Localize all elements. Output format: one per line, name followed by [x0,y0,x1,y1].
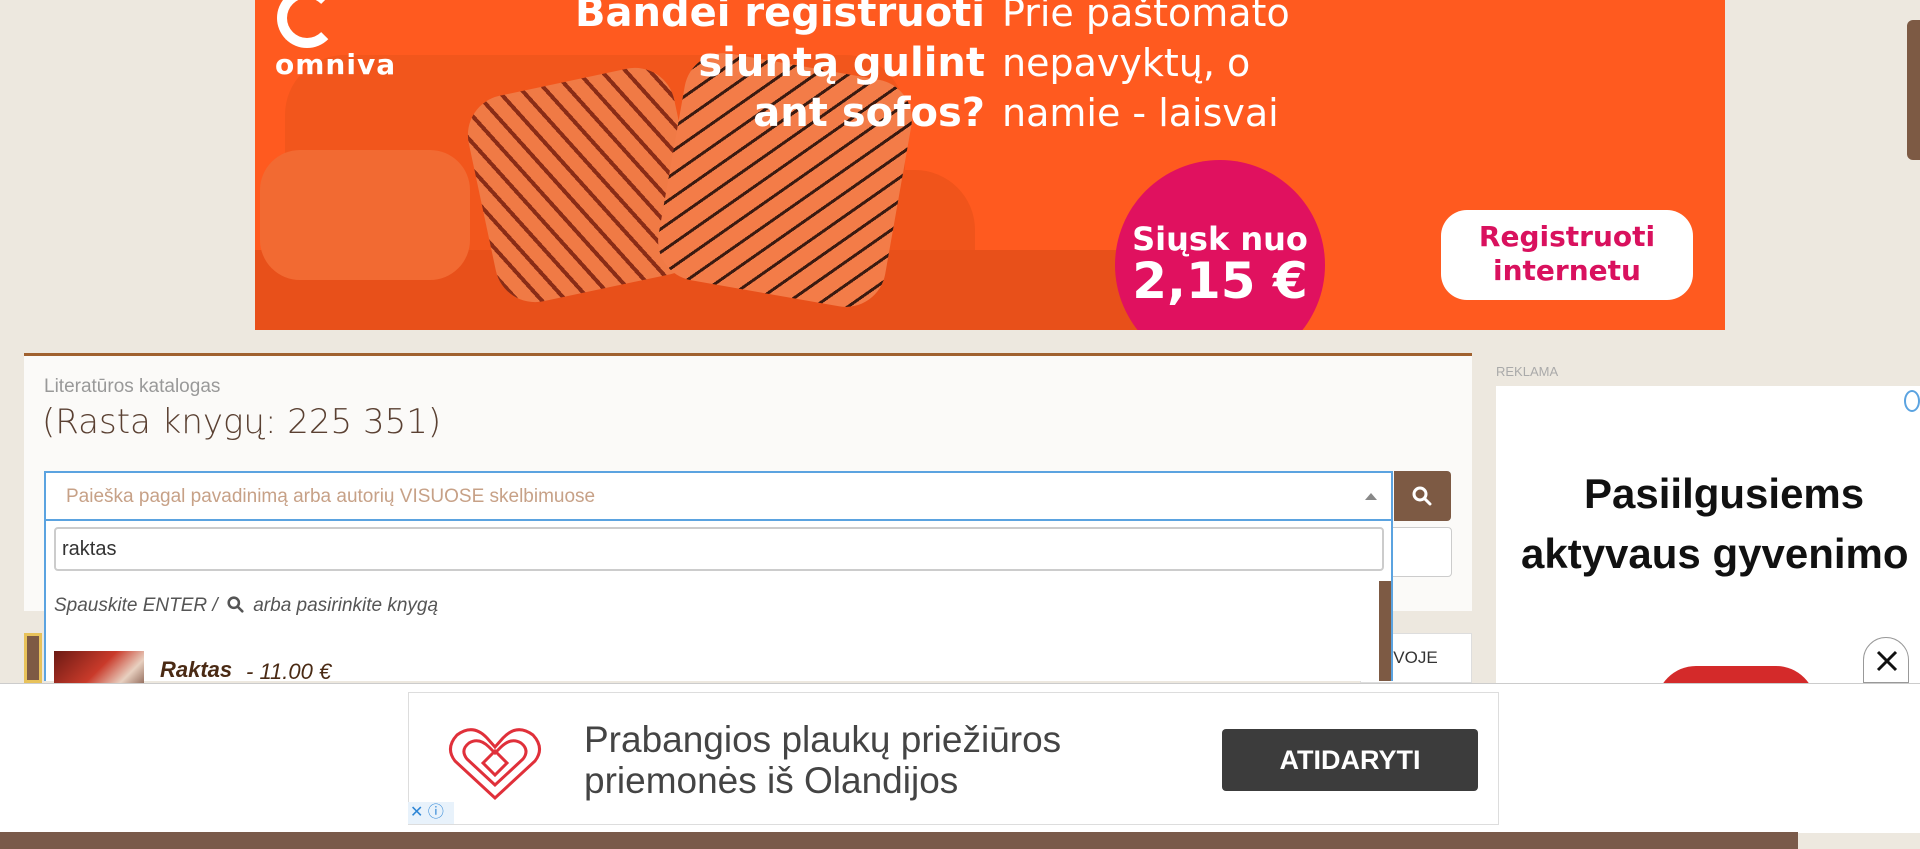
dropdown-hint: Spauskite ENTER / arba pasirinkite knygą [54,595,438,617]
omniva-banner-ad[interactable]: omniva Bandei registruoti siuntą gulint … [255,0,1725,330]
side-ad-headline: Pasiilgusiems [1584,470,1865,517]
page-scrollbar[interactable] [1907,20,1920,160]
dropdown-search-input[interactable]: raktas [54,527,1384,571]
dropdown-scrollbar[interactable] [1379,581,1391,681]
omniva-logo-icon [277,0,337,48]
bottom-ad-text: Prabangios plaukų priežiūros priemonės i… [584,719,1061,801]
side-ad-subline: aktyvaus gyvenimo [1521,530,1909,577]
caret-up-icon [1365,493,1377,500]
search-dropdown: raktas Spauskite ENTER / arba pasirinkit… [44,521,1393,701]
ad-info-icon[interactable] [1904,390,1920,412]
heart-logo-icon [449,728,541,801]
banner-question-line: siuntą gulint [698,40,985,86]
catalog-label: Literatūros katalogas [44,376,221,397]
page-title: (Rasta knygų: 225 351) [42,402,442,442]
bottom-ad-line: Prabangios plaukų priežiūros [584,719,1062,760]
search-placeholder: Paieška pagal pavadinimą arba autorių VI… [66,486,596,507]
pillow-illustration [260,150,470,280]
footer-bar [0,832,1798,849]
result-price: - 11.00 € [246,659,332,684]
search-icon [227,596,244,613]
price-value: 2,15 € [1132,252,1308,310]
adchoices-icon[interactable]: ✕ ⓘ [408,802,454,824]
hint-text-post: arba pasirinkite knygą [253,595,439,616]
banner-question-line: ant sofos? [753,90,985,136]
open-button[interactable]: ATIDARYTI [1222,729,1478,791]
bottom-sticky-ad: Prabangios plaukų priežiūros priemonės i… [0,683,1920,833]
bottom-ad-creative[interactable]: Prabangios plaukų priežiūros priemonės i… [408,692,1499,825]
banner-question-line: Bandei registruoti [575,0,985,36]
book-cover-thumbnail[interactable] [24,633,42,683]
hint-text-pre: Spauskite ENTER / [54,595,218,616]
close-ad-button[interactable] [1863,637,1909,683]
result-title[interactable]: Raktas [160,657,232,683]
banner-answer-line: Prie paštomato [1002,0,1290,35]
close-icon [1876,650,1898,672]
banner-answer-line: nepavyktų, o [1002,41,1251,85]
search-select[interactable]: Paieška pagal pavadinimą arba autorių VI… [44,471,1393,521]
search-button[interactable] [1394,471,1451,521]
search-icon [1412,486,1432,506]
omniva-brand-text: omniva [275,48,397,81]
side-ad[interactable]: Pasiilgusiems aktyvaus gyvenimo [1496,386,1920,686]
ad-label: REKLAMA [1496,364,1559,379]
bottom-ad-line: priemonės iš Olandijos [584,760,959,801]
banner-answer-line: namie - laisvai [1002,91,1279,135]
price-badge: Siųsk nuo 2,15 € [1115,160,1325,330]
register-online-button[interactable]: Registruoti internetu [1441,210,1693,300]
